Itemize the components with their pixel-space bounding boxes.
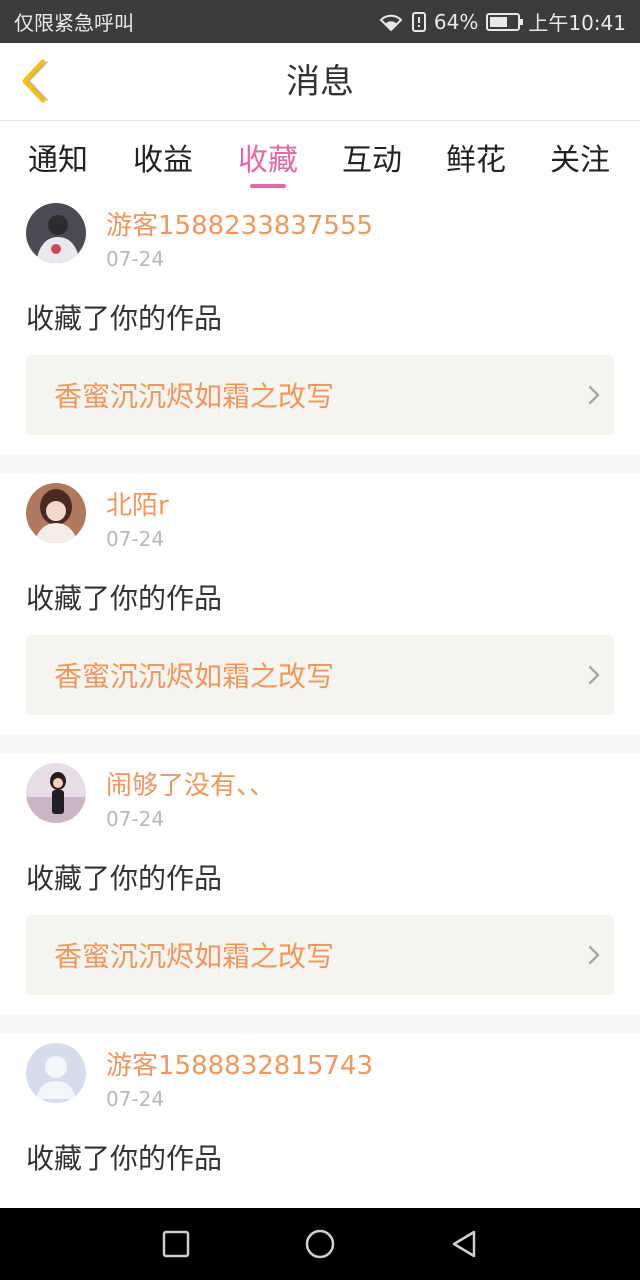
battery-icon (486, 12, 524, 31)
chevron-right-icon (574, 944, 614, 966)
action-text: 收藏了你的作品 (26, 302, 223, 335)
message-card: 闹够了没有、、 07-24 收藏了你的作品 香蜜沉沉烬如霜之改写 (0, 753, 640, 1015)
active-tab-indicator (250, 184, 286, 188)
username[interactable]: 游客1588832815743 (106, 1045, 373, 1082)
message-card: 游客1588233837555 07-24 收藏了你的作品 香蜜沉沉烬如霜之改写 (0, 193, 640, 455)
action-text: 收藏了你的作品 (26, 582, 223, 615)
back-nav-button[interactable] (442, 1222, 486, 1266)
avatar[interactable] (26, 483, 86, 543)
tab-earnings[interactable]: 收益 (123, 135, 203, 179)
avatar[interactable] (26, 203, 86, 263)
work-title: 香蜜沉沉烬如霜之改写 (54, 380, 335, 413)
chevron-right-icon (574, 664, 614, 686)
work-title: 香蜜沉沉烬如霜之改写 (54, 660, 335, 693)
back-button[interactable] (14, 57, 54, 105)
tab-flowers[interactable]: 鲜花 (436, 135, 516, 179)
message-date: 07-24 (106, 527, 165, 551)
status-icons: 64% 上午10:41 (378, 7, 626, 36)
battery-fill (490, 16, 507, 27)
message-list[interactable]: 游客1588233837555 07-24 收藏了你的作品 香蜜沉沉烬如霜之改写… (0, 193, 640, 1208)
system-nav-bar (0, 1208, 640, 1280)
message-date: 07-24 (106, 807, 165, 831)
avatar[interactable] (26, 1043, 86, 1103)
username[interactable]: 北陌r (106, 485, 169, 522)
work-link[interactable]: 香蜜沉沉烬如霜之改写 (26, 915, 614, 995)
chevron-left-icon (22, 59, 48, 103)
triangle-back-icon (452, 1230, 476, 1258)
clock: 上午10:41 (528, 11, 626, 35)
tab-favorites[interactable]: 收藏 (228, 135, 308, 179)
tab-notifications[interactable]: 通知 (18, 135, 98, 179)
work-title: 香蜜沉沉烬如霜之改写 (54, 940, 335, 973)
chevron-right-icon (574, 384, 614, 406)
battery-percent: 64% (433, 9, 479, 34)
username[interactable]: 闹够了没有、、 (106, 765, 275, 802)
message-card: 游客1588832815743 07-24 收藏了你的作品 (0, 1033, 640, 1208)
square-icon (162, 1230, 190, 1258)
recents-button[interactable] (154, 1222, 198, 1266)
home-button[interactable] (298, 1222, 342, 1266)
work-link[interactable]: 香蜜沉沉烬如霜之改写 (26, 355, 614, 435)
status-bar: 仅限紧急呼叫 64% 上午10:41 (0, 0, 640, 43)
wifi-icon (379, 14, 403, 31)
work-link[interactable]: 香蜜沉沉烬如霜之改写 (26, 635, 614, 715)
action-text: 收藏了你的作品 (26, 862, 223, 895)
message-date: 07-24 (106, 1087, 165, 1111)
tab-interactions[interactable]: 互动 (332, 135, 412, 179)
circle-icon (305, 1229, 335, 1259)
message-date: 07-24 (106, 247, 165, 271)
sim-icon (411, 11, 426, 32)
action-text: 收藏了你的作品 (26, 1142, 223, 1175)
tab-follows[interactable]: 关注 (540, 135, 620, 179)
app-header: 消息 (0, 43, 640, 121)
username[interactable]: 游客1588233837555 (106, 205, 373, 242)
avatar[interactable] (26, 763, 86, 823)
message-tabs: 通知 收益 收藏 互动 鲜花 关注 (0, 121, 640, 193)
carrier-text: 仅限紧急呼叫 (14, 11, 134, 35)
message-card: 北陌r 07-24 收藏了你的作品 香蜜沉沉烬如霜之改写 (0, 473, 640, 735)
page-title: 消息 (286, 62, 354, 102)
